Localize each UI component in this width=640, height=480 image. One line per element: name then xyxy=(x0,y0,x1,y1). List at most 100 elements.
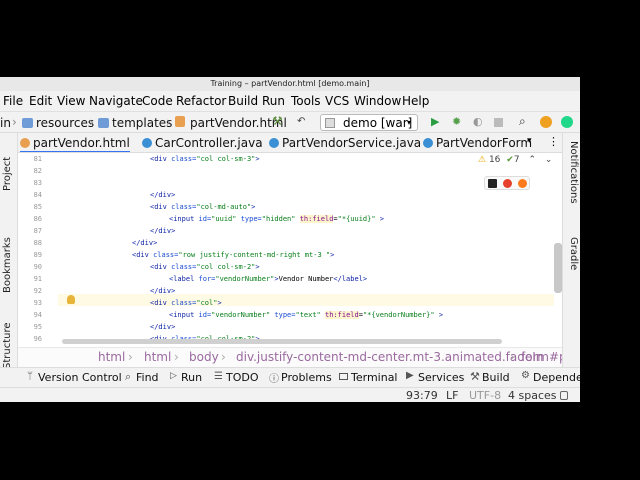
tool-services[interactable]: Services xyxy=(418,371,464,384)
breadcrumb-item[interactable]: div.justify-content-md-center.mt-3.anima… xyxy=(236,350,543,364)
tool-dependencies[interactable]: Dependenc xyxy=(533,371,580,384)
tab-label: PartVendorService.java xyxy=(282,136,422,150)
debug-icon[interactable]: ✹ xyxy=(452,115,464,128)
menu-tools[interactable]: Tools xyxy=(291,94,321,108)
tab-label: partVendor.html xyxy=(33,136,130,150)
run-config-label: demo [war] xyxy=(343,116,413,130)
search-icon[interactable]: ⌕ xyxy=(519,114,531,128)
chevron-right-icon: › xyxy=(174,350,179,364)
inspection-widget[interactable]: ⚠ 16 ✔7 ⌃ ⌄ xyxy=(478,155,552,165)
menu-code[interactable]: Code xyxy=(142,94,173,108)
branch-icon: ᛘ xyxy=(27,371,33,382)
tab-label: PartVendorForm xyxy=(436,136,533,150)
window-title: Training – partVendor.html [demo.main] xyxy=(0,77,580,91)
menu-window[interactable]: Window xyxy=(354,94,401,108)
menu-vcs[interactable]: VCS xyxy=(325,94,349,108)
tab-carcontroller[interactable]: CarController.java xyxy=(142,133,263,152)
line-number: 85 xyxy=(33,203,42,211)
tool-build[interactable]: Build xyxy=(482,371,510,384)
tool-find[interactable]: Find xyxy=(136,371,159,384)
arrow-up-icon[interactable]: ⌃ xyxy=(528,155,536,165)
code-line: </div> xyxy=(150,227,176,235)
html-file-icon xyxy=(175,116,185,127)
nav-crumb-templates[interactable]: templates xyxy=(112,116,172,130)
firefox-icon[interactable] xyxy=(518,179,527,188)
code-line: <div class="row justify-content-md-right… xyxy=(132,251,335,259)
caret-position[interactable]: 93:79 xyxy=(406,389,438,402)
tool-project[interactable]: Project xyxy=(2,157,13,191)
search-icon: ⌕ xyxy=(125,370,132,383)
arrow-down-icon[interactable]: ⌄ xyxy=(545,155,553,165)
chrome-icon[interactable] xyxy=(503,179,512,188)
navigation-bar: in › resources › templates › partVendor.… xyxy=(0,111,580,133)
tool-notifications[interactable]: Notifications xyxy=(568,141,579,204)
nav-crumb-in[interactable]: in xyxy=(0,116,11,130)
class-icon xyxy=(142,138,152,148)
tab-partvendor-html[interactable]: partVendor.html xyxy=(20,133,130,152)
menu-run[interactable]: Run xyxy=(262,94,285,108)
tool-terminal[interactable]: Terminal xyxy=(351,371,398,384)
breadcrumb-item[interactable]: html xyxy=(144,350,171,364)
war-icon xyxy=(325,118,335,128)
menu-refactor[interactable]: Refactor xyxy=(176,94,226,108)
code-line: <div class="col col-sm-3"> xyxy=(150,155,260,163)
menu-view[interactable]: View xyxy=(57,94,85,108)
status-bar: 93:79 LF UTF-8 4 spaces xyxy=(0,387,580,402)
gutter: 81 82 83 84 85 86 87 88 89 90 91 92 93 9… xyxy=(18,153,58,347)
tool-todo[interactable]: TODO xyxy=(226,371,259,384)
current-line-highlight xyxy=(58,294,554,306)
folder-icon xyxy=(22,118,33,128)
horizontal-scrollbar[interactable] xyxy=(62,339,502,344)
tab-partvendorform[interactable]: PartVendorForm xyxy=(423,133,533,152)
back-icon[interactable]: ↶ xyxy=(297,116,309,128)
menu-file[interactable]: File xyxy=(3,94,23,108)
line-number: 84 xyxy=(33,191,42,199)
tab-partvendorservice[interactable]: PartVendorService.java xyxy=(269,133,422,152)
line-separator[interactable]: LF xyxy=(446,389,458,402)
tool-problems[interactable]: Problems xyxy=(281,371,332,384)
breadcrumb-item[interactable]: body xyxy=(189,350,219,364)
tool-bookmarks[interactable]: Bookmarks xyxy=(2,237,13,293)
menu-navigate[interactable]: Navigate xyxy=(89,94,143,108)
indent-setting[interactable]: 4 spaces xyxy=(508,389,557,402)
tool-structure[interactable]: Structure xyxy=(2,322,13,369)
line-number: 96 xyxy=(33,335,42,343)
update-icon[interactable] xyxy=(540,116,552,128)
stop-icon[interactable] xyxy=(494,118,503,127)
menu-help[interactable]: Help xyxy=(402,94,429,108)
code-line: </div> xyxy=(150,191,176,199)
tool-version-control[interactable]: Version Control xyxy=(38,371,122,384)
lock-icon[interactable] xyxy=(560,391,568,400)
weak-warning-icon: ✔ xyxy=(506,155,514,165)
more-icon[interactable]: ⋮ xyxy=(548,135,559,148)
breadcrumb-item[interactable]: html xyxy=(98,350,125,364)
coverage-icon[interactable]: ◐ xyxy=(473,115,485,128)
chevron-down-icon[interactable]: ▾ xyxy=(527,136,532,146)
file-encoding[interactable]: UTF-8 xyxy=(469,389,501,402)
hammer-icon[interactable]: ⚒ xyxy=(272,114,284,128)
intellij-browser-icon[interactable] xyxy=(488,179,497,188)
code-line: <input id="uuid" type="hidden" th:field=… xyxy=(169,215,385,223)
chevron-right-icon: › xyxy=(128,350,133,364)
run-icon[interactable]: ▶ xyxy=(431,115,443,128)
code-editor[interactable]: 81 82 83 84 85 86 87 88 89 90 91 92 93 9… xyxy=(18,153,562,347)
dependencies-icon: ⚙ xyxy=(521,370,530,381)
run-config-select[interactable]: demo [war] ▾ xyxy=(320,114,418,131)
menu-build[interactable]: Build xyxy=(228,94,258,108)
code-line: <div class="col"> xyxy=(150,299,222,307)
services-icon: ▶ xyxy=(406,370,414,381)
html-file-icon xyxy=(20,138,30,148)
nav-crumb-resources[interactable]: resources xyxy=(36,116,94,130)
lightbulb-icon[interactable] xyxy=(67,295,75,304)
breadcrumb-item[interactable]: form#p xyxy=(521,350,562,364)
code-line: </div> xyxy=(150,323,176,331)
menu-edit[interactable]: Edit xyxy=(29,94,52,108)
code-line: <label for="vendorNumber">Vendor Number<… xyxy=(169,275,368,283)
left-tool-strip: Project Bookmarks Structure xyxy=(0,133,18,373)
line-number: 87 xyxy=(33,227,42,235)
tool-gradle[interactable]: Gradle xyxy=(568,237,579,270)
ide-logo-icon[interactable] xyxy=(561,116,573,128)
chevron-right-icon: › xyxy=(12,115,17,129)
tool-run[interactable]: Run xyxy=(181,371,202,384)
vertical-scrollbar[interactable] xyxy=(554,243,562,293)
